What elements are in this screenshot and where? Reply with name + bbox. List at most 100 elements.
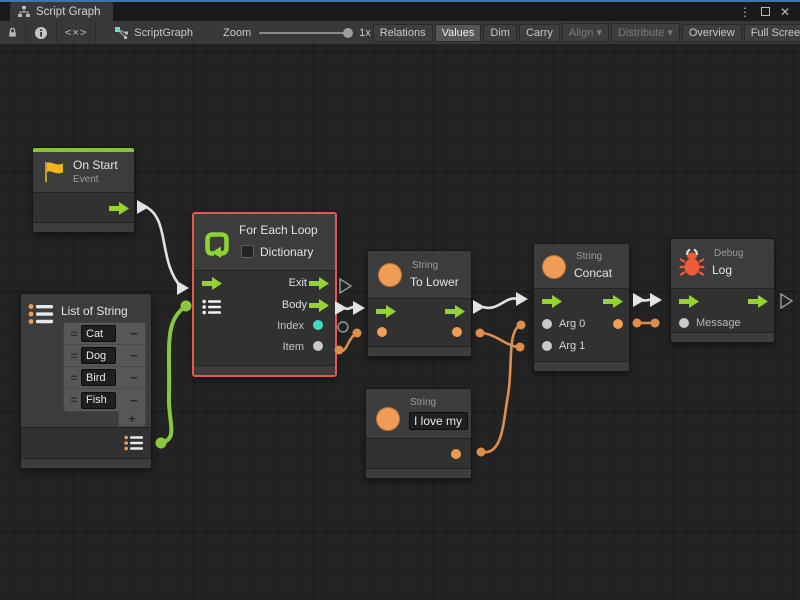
node-title: To Lower — [410, 275, 459, 289]
list-item-row: = − — [64, 367, 145, 389]
index-port[interactable] — [313, 320, 323, 330]
flow-input-port[interactable] — [376, 305, 396, 318]
zoom-label: Zoom — [223, 27, 251, 39]
flag-icon — [42, 160, 66, 184]
body-port[interactable] — [309, 299, 329, 312]
list-item-field[interactable] — [81, 325, 116, 342]
string-output-port[interactable] — [451, 449, 461, 459]
inspector-button[interactable] — [26, 21, 57, 44]
message-input-port[interactable] — [679, 318, 689, 328]
list-item-field[interactable] — [81, 347, 116, 364]
node-footer — [534, 361, 629, 371]
node-title: Concat — [574, 266, 612, 280]
list-item-row: = − — [64, 323, 145, 345]
string-output-port[interactable] — [452, 327, 462, 337]
flow-output-port[interactable] — [109, 202, 129, 215]
carry-button[interactable]: Carry — [519, 24, 560, 42]
string-type-icon — [542, 255, 566, 279]
flow-output-port[interactable] — [445, 305, 465, 318]
node-for-each-loop[interactable]: For Each Loop Dictionary Exit Body Index — [192, 212, 337, 377]
body-port-label: Body — [282, 299, 307, 311]
node-footer — [33, 222, 134, 232]
exit-port-hint[interactable] — [340, 279, 351, 293]
graph-hierarchy-icon — [18, 6, 30, 18]
arg0-input-port[interactable] — [542, 319, 552, 329]
window-maximize-icon[interactable] — [761, 7, 770, 16]
wire-onstart-to-foreach[interactable] — [137, 200, 189, 295]
list-icon — [28, 303, 54, 325]
wire-concat-to-message[interactable] — [633, 319, 660, 328]
zoom-control: Zoom 1x — [223, 27, 371, 39]
overview-button[interactable]: Overview — [682, 24, 742, 42]
node-type: String — [412, 260, 438, 271]
list-item-field[interactable] — [81, 392, 116, 409]
node-footer — [671, 332, 774, 342]
dim-button[interactable]: Dim — [483, 24, 517, 42]
node-on-start[interactable]: On Start Event — [32, 147, 135, 233]
drag-handle-icon[interactable]: = — [67, 327, 81, 341]
result-output-port[interactable] — [613, 319, 623, 329]
remove-item-button[interactable]: − — [126, 326, 142, 341]
node-debug-log[interactable]: Debug Log Message — [670, 238, 775, 343]
wire-literal-to-arg0[interactable] — [477, 321, 526, 457]
add-item-button[interactable]: + — [118, 411, 146, 427]
node-title: For Each Loop — [239, 223, 318, 237]
flow-input-port[interactable] — [679, 295, 699, 308]
graph-asset-label[interactable]: ScriptGraph — [106, 21, 201, 44]
list-item-field[interactable] — [81, 369, 116, 386]
string-input-port[interactable] — [377, 327, 387, 337]
wire-tolower-to-concat[interactable] — [473, 292, 528, 314]
node-footer — [366, 468, 471, 478]
list-input-port[interactable] — [202, 299, 222, 315]
item-port[interactable] — [313, 341, 323, 351]
wire-list-to-foreach[interactable] — [156, 301, 192, 449]
bug-icon — [679, 248, 705, 278]
string-type-icon — [376, 407, 400, 431]
lock-button[interactable] — [0, 21, 26, 44]
dictionary-checkbox[interactable] — [241, 245, 254, 258]
tab-script-graph[interactable]: Script Graph — [10, 2, 113, 21]
code-view-button[interactable]: <×> — [57, 21, 96, 44]
node-list-of-string[interactable]: List of String = − = − = − — [20, 293, 152, 469]
node-title: On Start — [73, 158, 118, 172]
flow-input-port[interactable] — [202, 277, 222, 290]
drag-handle-icon[interactable]: = — [67, 371, 81, 385]
wire-concat-to-log[interactable] — [633, 293, 662, 307]
flow-output-port[interactable] — [748, 295, 768, 308]
node-type: String — [576, 251, 602, 262]
wire-item-to-tolower[interactable] — [335, 329, 362, 355]
flow-output-port[interactable] — [603, 295, 623, 308]
relations-button[interactable]: Relations — [373, 24, 433, 42]
distribute-dropdown[interactable]: Distribute▾ — [611, 23, 680, 42]
zoom-slider-handle[interactable] — [343, 28, 353, 38]
list-output-port[interactable] — [124, 435, 144, 451]
string-value-field[interactable] — [409, 412, 468, 430]
node-concat[interactable]: String Concat Arg 0 Arg 1 — [533, 243, 630, 372]
index-port-hint[interactable] — [338, 322, 348, 332]
drag-handle-icon[interactable]: = — [67, 393, 81, 407]
dictionary-checkbox-label: Dictionary — [260, 245, 313, 259]
node-string-literal[interactable]: String — [365, 388, 472, 479]
flow-input-port[interactable] — [542, 295, 562, 308]
align-dropdown[interactable]: Align▾ — [562, 23, 609, 42]
remove-item-button[interactable]: − — [126, 370, 142, 385]
zoom-slider[interactable] — [259, 32, 351, 34]
fullscreen-button[interactable]: Full Screen — [744, 24, 800, 42]
window-menu-icon[interactable]: ⋮ — [739, 5, 751, 19]
remove-item-button[interactable]: − — [126, 393, 142, 408]
graph-toolbar: <×> ScriptGraph Zoom 1x Relations Values… — [0, 21, 800, 45]
remove-item-button[interactable]: − — [126, 348, 142, 363]
node-title: List of String — [61, 304, 128, 318]
window-close-icon[interactable]: ✕ — [780, 5, 790, 19]
item-port-label: Item — [283, 341, 304, 353]
log-exit-port-hint[interactable] — [781, 294, 792, 308]
wire-tolower-to-arg1[interactable] — [476, 329, 525, 352]
values-button[interactable]: Values — [435, 24, 482, 42]
arg1-input-port[interactable] — [542, 341, 552, 351]
wire-body-to-tolower[interactable] — [335, 301, 365, 315]
chevron-down-icon: ▾ — [667, 26, 673, 39]
node-to-lower[interactable]: String To Lower — [367, 250, 472, 357]
graph-canvas[interactable]: On Start Event List of String = − — [0, 45, 800, 600]
exit-port[interactable] — [309, 277, 329, 290]
drag-handle-icon[interactable]: = — [67, 349, 81, 363]
